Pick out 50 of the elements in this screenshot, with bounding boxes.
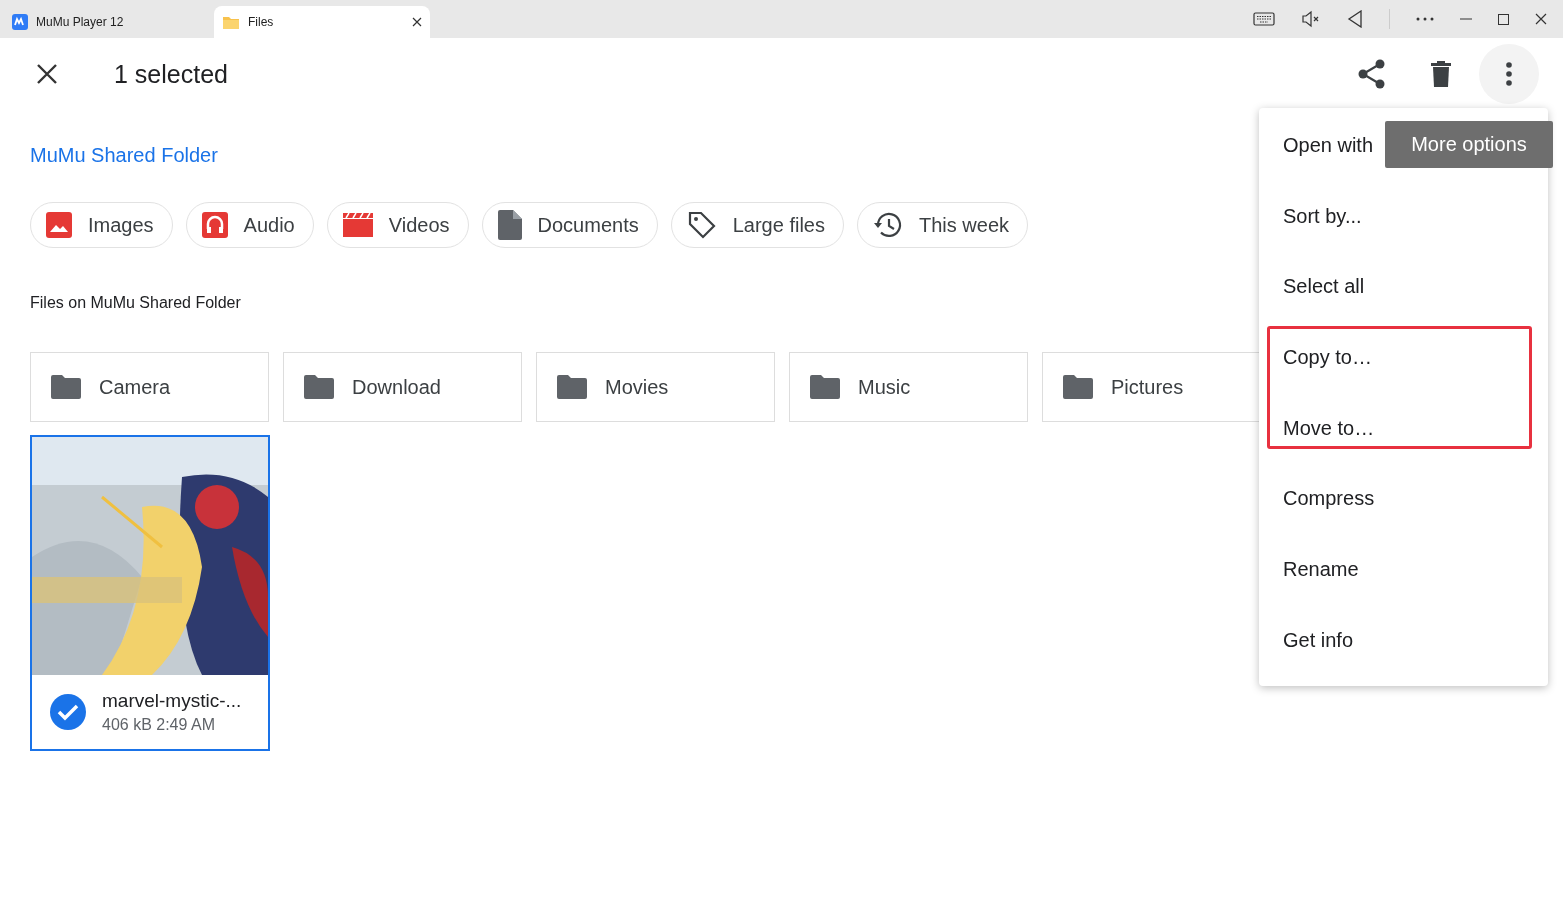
history-icon xyxy=(873,211,903,239)
menu-item[interactable]: Select all xyxy=(1259,251,1548,323)
folder-icon xyxy=(557,375,587,399)
checkmark-icon xyxy=(50,694,86,730)
tooltip: More options xyxy=(1385,121,1553,168)
menu-item[interactable]: Compress xyxy=(1259,463,1548,535)
mute-icon[interactable] xyxy=(1301,10,1321,28)
folder-icon xyxy=(304,375,334,399)
folder-name: Music xyxy=(858,375,911,399)
more-icon xyxy=(1506,62,1512,86)
folder-icon xyxy=(1063,375,1093,399)
folder-card[interactable]: Movies xyxy=(536,352,775,422)
close-icon[interactable] xyxy=(412,17,422,27)
folder-card[interactable]: Camera xyxy=(30,352,269,422)
folder-link[interactable]: MuMu Shared Folder xyxy=(30,144,218,167)
selection-count: 1 selected xyxy=(114,59,228,89)
tab-label: Files xyxy=(248,15,274,29)
close-icon[interactable] xyxy=(36,63,58,85)
app-logo-icon xyxy=(12,14,28,30)
document-icon xyxy=(497,210,522,240)
more-icon[interactable] xyxy=(1416,17,1434,21)
folder-name: Camera xyxy=(99,375,171,399)
folder-name: Download xyxy=(352,375,441,399)
delete-icon[interactable] xyxy=(1431,61,1451,87)
tag-icon xyxy=(686,210,717,240)
window-tab[interactable]: Files xyxy=(214,6,430,38)
menu-item[interactable]: Rename xyxy=(1259,534,1548,605)
section-title: Files on MuMu Shared Folder xyxy=(30,294,241,312)
folder-name: Pictures xyxy=(1111,375,1184,399)
folder-card[interactable]: Music xyxy=(789,352,1028,422)
close-icon[interactable] xyxy=(1535,13,1547,25)
menu-item[interactable]: Get info xyxy=(1259,604,1548,676)
share-icon[interactable] xyxy=(1358,59,1386,89)
file-details: 406 kB 2:49 AM xyxy=(102,716,216,734)
folder-name: Movies xyxy=(605,375,669,399)
window-tab[interactable]: MuMu Player 12 xyxy=(4,6,210,38)
folder-icon xyxy=(222,14,240,30)
folder-card[interactable]: Download xyxy=(283,352,522,422)
maximize-icon[interactable] xyxy=(1498,13,1509,25)
clapperboard-icon xyxy=(342,213,373,237)
back-icon[interactable] xyxy=(1347,10,1363,28)
file-name: marvel-mystic-... xyxy=(102,690,242,712)
tab-label: MuMu Player 12 xyxy=(36,15,124,29)
headphones-icon xyxy=(201,212,228,238)
folder-icon xyxy=(810,375,840,399)
menu-item[interactable]: Sort by... xyxy=(1259,180,1548,252)
keyboard-icon[interactable] xyxy=(1253,12,1275,26)
image-icon xyxy=(46,212,72,238)
file-card[interactable]: marvel-mystic-... 406 kB 2:49 AM xyxy=(30,435,270,751)
folder-icon xyxy=(51,375,81,399)
